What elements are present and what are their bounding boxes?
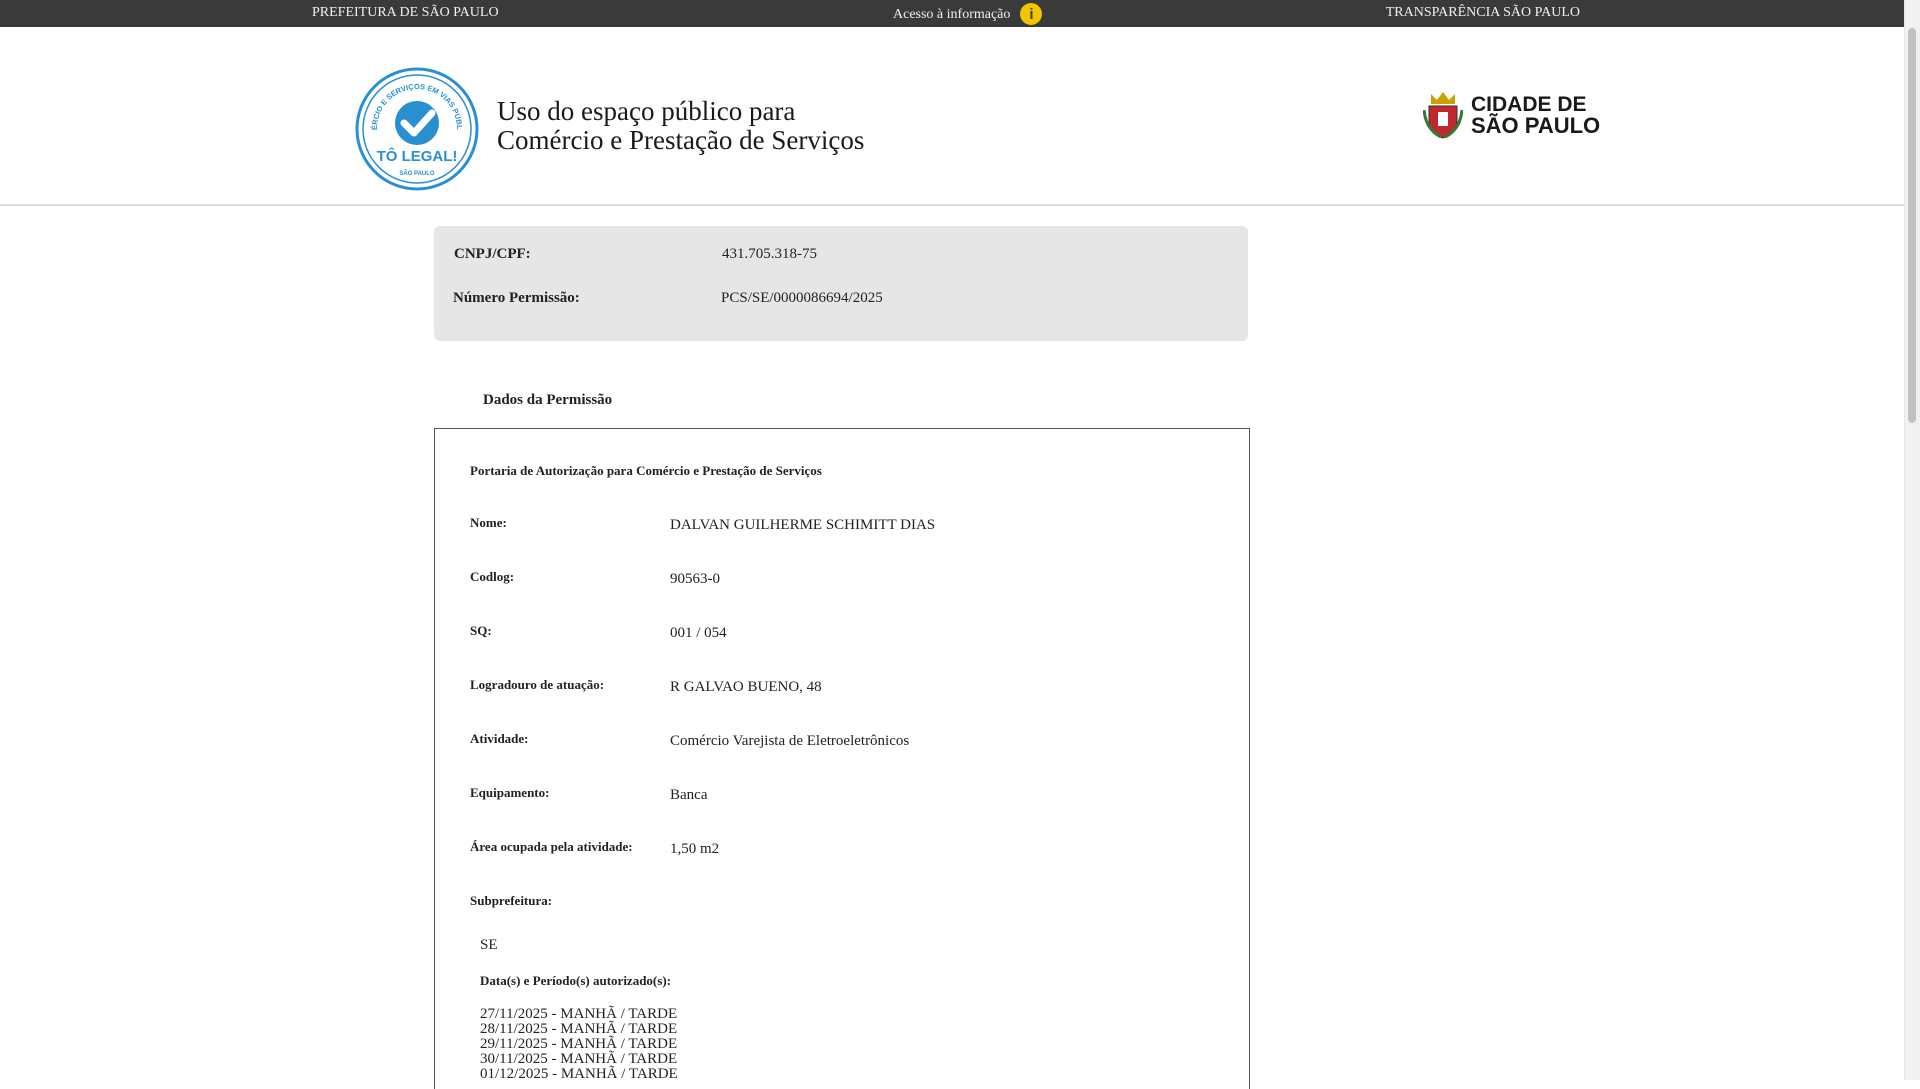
cnpj-value: 431.705.318-75 [722,246,817,262]
portaria-heading: Portaria de Autorização para Comércio e … [470,463,822,478]
page-title-line2: Comércio e Prestação de Serviços [497,125,865,155]
page-title-line1: Uso do espaço público para [497,96,796,126]
field-label: Nome: [470,515,507,530]
field-sq: SQ: 001 / 054 [470,623,727,642]
city-logo-line1: CIDADE DE [1471,93,1587,116]
subprefeitura-value: SE [480,937,498,953]
transparencia-link[interactable]: TRANSPARÊNCIA SÃO PAULO [1386,5,1580,21]
field-value: Banca [670,787,708,803]
city-coat-of-arms-icon [1423,92,1463,139]
field-label: Atividade: [470,731,529,746]
top-bar: PREFEITURA DE SÃO PAULO Acesso à informa… [0,0,1905,27]
field-nome: Nome: DALVAN GUILHERME SCHIMITT DIAS [470,515,935,534]
field-label: SQ: [470,623,492,638]
field-equipamento: Equipamento: Banca [470,785,707,804]
field-value: R GALVAO BUENO, 48 [670,679,822,695]
prefeitura-link[interactable]: PREFEITURA DE SÃO PAULO [312,5,499,21]
acesso-informacao-link[interactable]: Acesso à informação i [893,3,1043,25]
permissao-value: PCS/SE/0000086694/2025 [721,290,883,306]
field-area: Área ocupada pela atividade: 1,50 m2 [470,839,719,858]
permissao-label: Número Permissão: [453,290,580,306]
cnpj-row: CNPJ/CPF: 431.705.318-75 [454,246,817,263]
city-logo-line2: SÃO PAULO [1471,113,1601,138]
permission-summary-box: CNPJ/CPF: 431.705.318-75 Número Permissão… [434,226,1248,341]
field-value: 90563-0 [670,571,720,587]
field-label: Subprefeitura: [470,893,553,908]
cnpj-label: CNPJ/CPF: [454,246,531,262]
periodos-label: Data(s) e Período(s) autorizado(s): [480,973,671,988]
seal-bottom-text: SÃO PAULO [399,170,435,177]
field-value: DALVAN GUILHERME SCHIMITT DIAS [670,517,936,533]
field-subprefeitura: Subprefeitura: [470,893,670,909]
field-label: Logradouro de atuação: [470,677,605,692]
field-codlog: Codlog: 90563-0 [470,569,720,588]
page-title: Uso do espaço público para Comércio e Pr… [497,97,864,155]
field-value: 001 / 054 [670,625,727,641]
page-header: COMÉRCIO E SERVIÇOS EM VIAS PÚBLICAS TÔ … [0,27,1905,206]
info-icon: i [1020,3,1043,25]
field-value: 1,50 m2 [670,841,720,857]
field-label: Equipamento: [470,785,550,800]
list-item: 29/11/2025 - MANHÃ / TARDE [480,1036,678,1052]
field-logradouro: Logradouro de atuação: R GALVAO BUENO, 48 [470,677,822,696]
scrollbar-thumb[interactable] [1908,28,1916,423]
list-item: 27/11/2025 - MANHÃ / TARDE [480,1006,678,1022]
field-label: Codlog: [470,569,515,584]
seal-main-text: TÔ LEGAL! [377,147,458,165]
field-atividade: Atividade: Comércio Varejista de Eletroel… [470,731,909,750]
list-item: 30/11/2025 - MANHÃ / TARDE [480,1051,678,1067]
cidade-de-sao-paulo-logo: CIDADE DE SÃO PAULO [1423,90,1600,140]
permissao-row: Número Permissão: PCS/SE/0000086694/2025 [453,290,883,307]
section-title: Dados da Permissão [483,392,613,408]
acesso-informacao-label: Acesso à informação [893,7,1011,22]
to-legal-seal-logo: COMÉRCIO E SERVIÇOS EM VIAS PÚBLICAS TÔ … [355,67,479,191]
field-label: Área ocupada pela atividade: [470,839,633,854]
list-item: 28/11/2025 - MANHÃ / TARDE [480,1021,678,1037]
permission-details-panel: Portaria de Autorização para Comércio e … [434,428,1250,1089]
periodos-list: 27/11/2025 - MANHÃ / TARDE 28/11/2025 - … [480,1007,678,1082]
field-value: Comércio Varejista de Eletroeletrônicos [670,733,910,749]
page-scrollbar[interactable] [1904,0,1920,1080]
